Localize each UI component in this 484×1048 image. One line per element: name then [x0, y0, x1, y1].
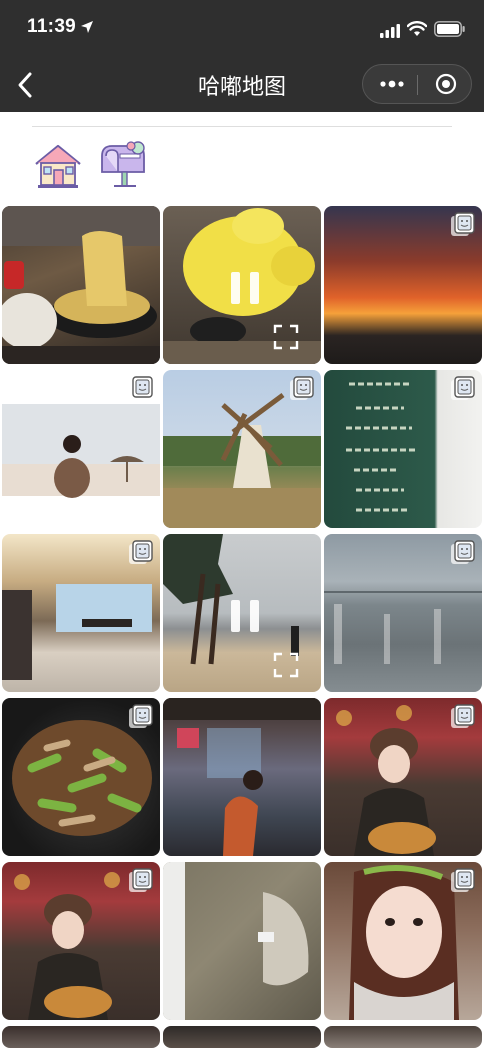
photo-badge-icon: [129, 704, 153, 728]
photo-item[interactable]: [324, 206, 482, 364]
nav-bar: 哈嘟地图: [0, 56, 484, 112]
photo-item[interactable]: [163, 698, 321, 856]
photo-item[interactable]: [2, 534, 160, 692]
photo-item[interactable]: [324, 698, 482, 856]
battery-icon: [434, 21, 465, 37]
fullscreen-icon[interactable]: [273, 324, 299, 350]
photo-content: [163, 862, 309, 1020]
video-item[interactable]: [163, 206, 321, 364]
photo-item[interactable]: [163, 370, 321, 528]
fullscreen-icon[interactable]: [273, 652, 299, 678]
cellular-signal-icon: [380, 24, 400, 38]
photo-badge-icon: [129, 376, 153, 400]
photo-item[interactable]: [324, 534, 482, 692]
home-icon[interactable]: [32, 140, 84, 192]
photo-item[interactable]: [2, 370, 160, 528]
mailbox-icon[interactable]: [98, 140, 150, 192]
photo-badge-icon: [451, 540, 475, 564]
wifi-icon: [407, 21, 427, 36]
photo-badge-icon: [451, 212, 475, 236]
photo-item[interactable]: [163, 862, 321, 1020]
status-time: 11:39: [27, 16, 77, 37]
pause-icon[interactable]: [225, 268, 265, 308]
photo-item[interactable]: [324, 862, 482, 1020]
photo-badge-icon: [451, 868, 475, 892]
close-target-icon[interactable]: [435, 73, 457, 95]
photo-badge-icon: [129, 540, 153, 564]
more-icon[interactable]: [380, 80, 404, 88]
photo-content: [2, 206, 160, 364]
video-item[interactable]: [163, 534, 321, 692]
photo-item[interactable]: [324, 1026, 482, 1048]
status-bar: 11:39: [0, 0, 484, 56]
location-arrow-icon: [81, 21, 93, 33]
mini-program-capsule: [362, 64, 472, 104]
photo-item[interactable]: [163, 1026, 321, 1048]
divider: [32, 126, 452, 127]
photo-badge-icon: [451, 704, 475, 728]
photo-badge-icon: [129, 868, 153, 892]
photo-item[interactable]: [324, 370, 482, 528]
photo-item[interactable]: [2, 862, 160, 1020]
capsule-divider: [417, 75, 418, 95]
photo-badge-icon: [290, 376, 314, 400]
photo-content: [163, 698, 321, 856]
photo-badge-icon: [451, 376, 475, 400]
photo-item[interactable]: [2, 1026, 160, 1048]
photo-item[interactable]: [2, 698, 160, 856]
photo-item[interactable]: [2, 206, 160, 364]
pause-icon[interactable]: [225, 596, 265, 636]
